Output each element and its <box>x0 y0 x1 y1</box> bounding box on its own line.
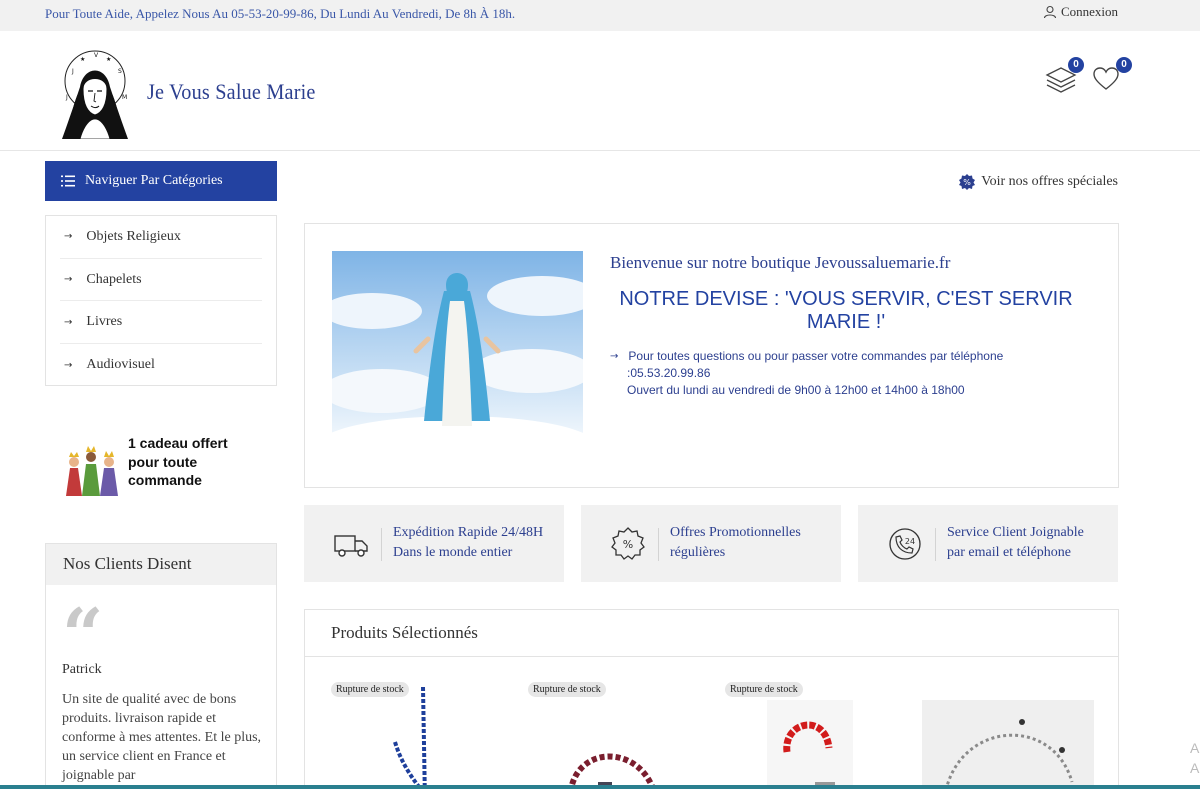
arrow-right-icon: → <box>64 359 73 371</box>
welcome-info-line1: Pour toutes questions ou pour passer vot… <box>628 349 1004 363</box>
gift-banner[interactable]: 1 cadeau offert pour toute commande <box>60 432 260 502</box>
list-icon <box>61 175 75 187</box>
feature-separator <box>381 528 382 561</box>
category-item-chapelets[interactable]: → Chapelets <box>60 259 262 302</box>
gift-line1-bold: offert <box>191 435 228 451</box>
arrow-right-icon: → <box>610 351 619 362</box>
login-label: Connexion <box>1060 4 1118 19</box>
product-card[interactable]: Rupture de stock <box>528 682 708 789</box>
out-of-stock-badge: Rupture de stock <box>725 682 803 697</box>
featured-products-title: Produits Sélectionnés <box>305 610 1118 657</box>
testimonials-title: Nos Clients Disent <box>46 544 276 585</box>
feature-shipping: Expédition Rapide 24/48H Dans le monde e… <box>304 505 564 582</box>
category-item-audiovisuel[interactable]: → Audiovisuel <box>60 344 262 387</box>
feature-line2: régulières <box>670 545 726 560</box>
feature-line1: Offres Promotionnelles <box>670 525 801 540</box>
user-icon <box>1043 5 1056 19</box>
heart-icon <box>1093 67 1119 90</box>
special-offers-label: Voir nos offres spéciales <box>981 174 1118 189</box>
category-item-label: Audiovisuel <box>86 357 155 373</box>
login-link[interactable]: Connexion <box>1043 4 1118 20</box>
edge-fragment: A <box>1190 740 1200 756</box>
category-item-label: Livres <box>86 314 123 330</box>
svg-text:J: J <box>65 94 68 101</box>
feature-separator <box>658 528 659 561</box>
testimonial-text: Un site de qualité avec de bons produits… <box>62 692 262 783</box>
red-rosary-image <box>568 753 657 789</box>
silver-rosary-image <box>922 700 1094 789</box>
out-of-stock-badge: Rupture de stock <box>331 682 409 697</box>
compare-count-badge: 0 <box>1068 57 1084 73</box>
category-list: → Objets Religieux → Chapelets → Livres … <box>45 215 277 386</box>
category-item-livres[interactable]: → Livres <box>60 301 262 345</box>
welcome-title: Bienvenue sur notre boutique Jevoussalue… <box>610 253 951 272</box>
welcome-info-phone: :05.53.20.99.86 <box>627 366 711 380</box>
feature-text: Expédition Rapide 24/48H Dans le monde e… <box>393 523 543 563</box>
site-name[interactable]: Je Vous Salue Marie <box>147 79 316 105</box>
feature-text: Service Client Joignable par email et té… <box>947 523 1084 563</box>
help-text: Pour Toute Aide, Appelez Nous Au 05-53-2… <box>45 6 516 21</box>
feature-line1: Service Client Joignable <box>947 525 1084 540</box>
feature-text: Offres Promotionnelles régulières <box>670 523 801 563</box>
svg-text:J: J <box>71 68 74 75</box>
virgin-mary-logo-image[interactable]: V J S J M ★ ★ <box>50 47 140 139</box>
top-bar: Pour Toute Aide, Appelez Nous Au 05-53-2… <box>0 0 1200 31</box>
percent-badge-icon: % <box>611 527 645 560</box>
quote-icon: “ <box>62 592 104 677</box>
svg-text:%: % <box>963 178 971 187</box>
blue-rosary-image <box>393 686 427 789</box>
out-of-stock-badge: Rupture de stock <box>528 682 606 697</box>
edge-fragment: A <box>1190 760 1200 776</box>
arrow-right-icon: → <box>64 316 73 328</box>
product-card[interactable] <box>922 682 1102 789</box>
svg-text:24: 24 <box>905 537 915 546</box>
feature-line2: Dans le monde entier <box>393 545 513 560</box>
wishlist-button[interactable]: 0 <box>1092 57 1132 97</box>
wishlist-count-badge: 0 <box>1116 57 1132 73</box>
three-kings-image <box>66 446 118 496</box>
virgin-mary-image <box>332 251 583 460</box>
category-item-label: Chapelets <box>86 271 142 287</box>
compare-button[interactable]: 0 <box>1044 57 1084 97</box>
feature-support: 24 Service Client Joignable par email et… <box>858 505 1118 582</box>
svg-text:M: M <box>122 94 127 101</box>
gift-line2: pour toute <box>128 453 198 470</box>
svg-text:★: ★ <box>106 56 111 63</box>
welcome-motto: NOTRE DEVISE : 'VOUS SERVIR, C'EST SERVI… <box>619 288 1073 333</box>
gift-line3: commande <box>128 472 202 488</box>
truck-icon <box>334 535 368 557</box>
product-card[interactable]: Rupture de stock <box>725 682 905 789</box>
arrow-right-icon: → <box>64 274 73 286</box>
svg-text:%: % <box>623 538 633 551</box>
welcome-info-hours: Ouvert du lundi au vendredi de 9h00 à 12… <box>627 383 965 397</box>
decade-rosary-image <box>767 700 853 789</box>
site-header: V J S J M ★ ★ Je Vous Salue Marie 0 0 <box>0 31 1200 151</box>
phone-24-icon: 24 <box>889 528 921 560</box>
svg-text:★: ★ <box>80 56 85 63</box>
testimonials-panel: Nos Clients Disent “ Patrick Un site de … <box>45 543 277 789</box>
discount-badge-icon: % <box>959 174 976 190</box>
welcome-panel: Bienvenue sur notre boutique Jevoussalue… <box>304 223 1119 488</box>
browse-categories-label: Naviguer Par Catégories <box>85 173 223 188</box>
product-card[interactable]: Rupture de stock <box>331 682 511 789</box>
feature-promotions: % Offres Promotionnelles régulières <box>581 505 841 582</box>
category-item-label: Objets Religieux <box>86 228 181 244</box>
feature-separator <box>935 528 936 561</box>
gift-line1-prefix: 1 cadeau <box>128 435 192 451</box>
arrow-right-icon: → <box>64 231 73 243</box>
svg-text:S: S <box>118 68 122 75</box>
taskbar-strip <box>0 785 1200 789</box>
feature-line1: Expédition Rapide 24/48H <box>393 525 544 540</box>
gift-text: 1 cadeau offert pour toute commande <box>128 434 228 490</box>
category-item-objets-religieux[interactable]: → Objets Religieux <box>60 216 262 259</box>
browse-categories-button[interactable]: Naviguer Par Catégories <box>45 161 277 201</box>
special-offers-link[interactable]: % Voir nos offres spéciales <box>959 174 1118 190</box>
featured-products-panel: Produits Sélectionnés Rupture de stock R… <box>304 609 1119 789</box>
feature-line2: par email et téléphone <box>947 545 1071 560</box>
welcome-info: → Pour toutes questions ou pour passer vo… <box>610 348 1070 399</box>
testimonial-author: Patrick <box>62 662 102 677</box>
